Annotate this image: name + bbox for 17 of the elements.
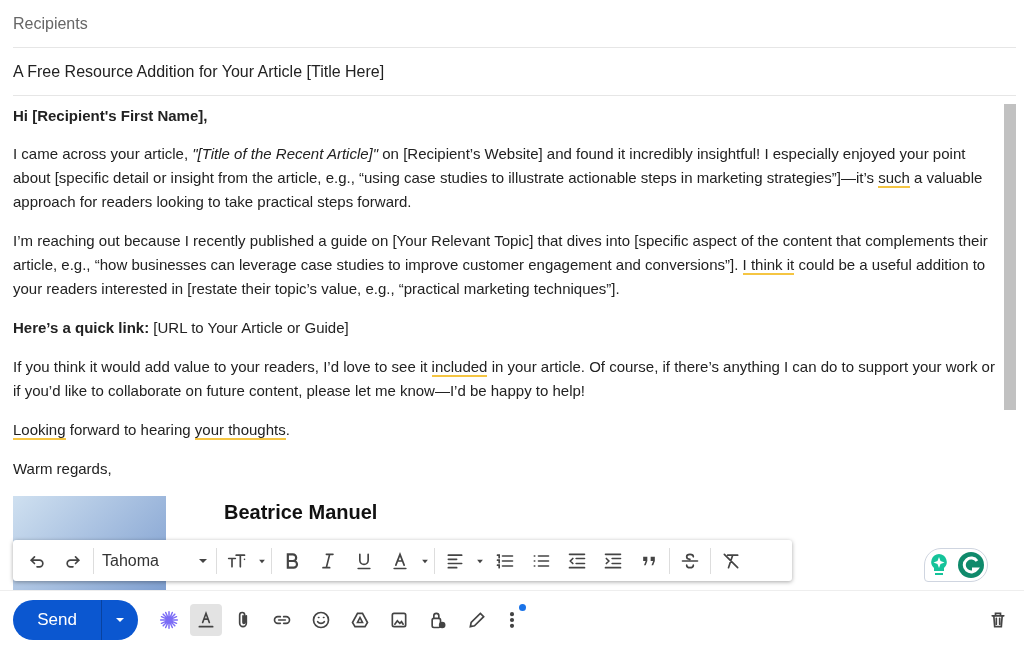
recipients-field[interactable]: Recipients [13, 14, 1016, 33]
scrollbar[interactable] [1004, 104, 1016, 410]
body-paragraph: Warm regards, [13, 459, 113, 479]
subject-field[interactable]: A Free Resource Addition for Your Article [Title Here] [13, 62, 1016, 81]
notification-dot [519, 604, 526, 611]
body-paragraph: If you think it would add value to your readers, I’d love to see it included in your article. Of course, if there’s anything I can do to support your work or if you’d like to collaborate on future content, please let me know—I’d be happy to help! [13, 357, 996, 401]
font-dropdown[interactable]: Tahoma [96, 544, 214, 577]
send-button[interactable]: Send [13, 600, 101, 640]
body-paragraph: Looking forward to hearing your thoughts. [13, 420, 291, 442]
assistant-badge[interactable] [924, 548, 988, 582]
body-paragraph: I came across your article, "[Title of the Recent Article]" on [Recipient’s Website] and found it incredibly insightful! I especially enjoyed your point about [specific detail or insight from the article, e.g., “using case studies to illustrate actionable steps in marketing strategies”]—it’s such a valuable approach for readers looking to take practical steps forward. [13, 144, 984, 212]
text-format-icon[interactable] [190, 604, 222, 636]
greeting-text: Hi [Recipient's First Name], [13, 106, 209, 126]
signature-name: Beatrice Manuel [224, 500, 378, 524]
body-paragraph: Here’s a quick link: [URL to Your Article or Guide] [13, 318, 350, 338]
body-paragraph: I’m reaching out because I recently published a guide on [Your Relevant Topic] that dives into [specific aspect of the content that complements their article, e.g., “how businesses can leverage case studies to improve customer engagement and conversions”]. I think it could be a useful addition to your readers interested in [restate their topic’s value, e.g., “practical marketing techniques”]. [13, 231, 989, 299]
send-options-button[interactable] [101, 600, 138, 640]
